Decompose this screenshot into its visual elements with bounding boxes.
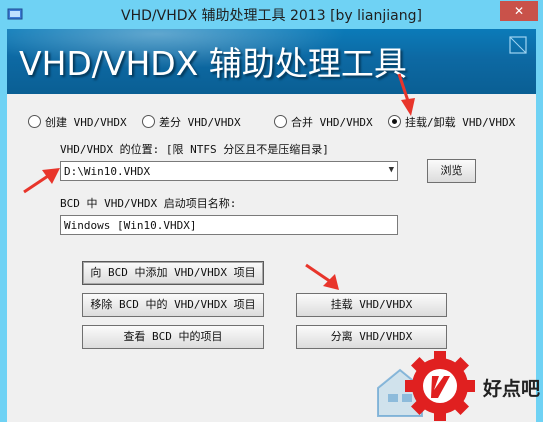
vhd-path-value: D:\Win10.VHDX: [64, 165, 151, 178]
close-button[interactable]: ✕: [500, 1, 538, 21]
title-bar: VHD/VHDX 辅助处理工具 2013 [by lianjiang] ✕: [0, 0, 543, 29]
browse-button[interactable]: 浏览: [427, 159, 476, 183]
vhd-path-dropdown[interactable]: D:\Win10.VHDX ▼: [60, 161, 398, 181]
annotation-arrow-icon: [397, 73, 415, 116]
header-banner: VHD/VHDX 辅助处理工具: [7, 29, 536, 94]
radio-indicator[interactable]: [142, 115, 155, 128]
add-bcd-entry-button[interactable]: 向 BCD 中添加 VHD/VHDX 项目: [82, 261, 264, 285]
remove-bcd-entry-button[interactable]: 移除 BCD 中的 VHD/VHDX 项目: [82, 293, 264, 317]
radio-indicator[interactable]: [28, 115, 41, 128]
app-window: VHD/VHDX 辅助处理工具 2013 [by lianjiang] ✕ VH…: [0, 0, 543, 422]
chevron-down-icon[interactable]: ▼: [389, 165, 394, 175]
banner-decoration-icon: [509, 36, 527, 54]
bcd-name-label: BCD 中 VHD/VHDX 启动项目名称:: [60, 197, 237, 210]
window-title: VHD/VHDX 辅助处理工具 2013 [by lianjiang]: [121, 8, 422, 24]
annotation-arrow-icon: [23, 168, 60, 194]
bcd-name-value: Windows [Win10.VHDX]: [64, 219, 197, 232]
location-label: VHD/VHDX 的位置: [限 NTFS 分区且不是压缩目录]: [60, 143, 329, 156]
banner-title: VHD/VHDX 辅助处理工具: [19, 44, 407, 83]
detach-vhd-button[interactable]: 分离 VHD/VHDX: [296, 325, 447, 349]
watermark-text: 好点吧: [483, 378, 541, 400]
mode-label: 差分 VHD/VHDX: [159, 116, 241, 129]
bcd-name-input[interactable]: Windows [Win10.VHDX]: [60, 215, 398, 235]
mode-label: 创建 VHD/VHDX: [45, 116, 127, 129]
annotation-arrow-icon: [305, 263, 339, 290]
view-bcd-entries-button[interactable]: 查看 BCD 中的项目: [82, 325, 264, 349]
mount-vhd-button[interactable]: 挂载 VHD/VHDX: [296, 293, 447, 317]
mode-label: 合并 VHD/VHDX: [291, 116, 373, 129]
radio-indicator[interactable]: [274, 115, 287, 128]
